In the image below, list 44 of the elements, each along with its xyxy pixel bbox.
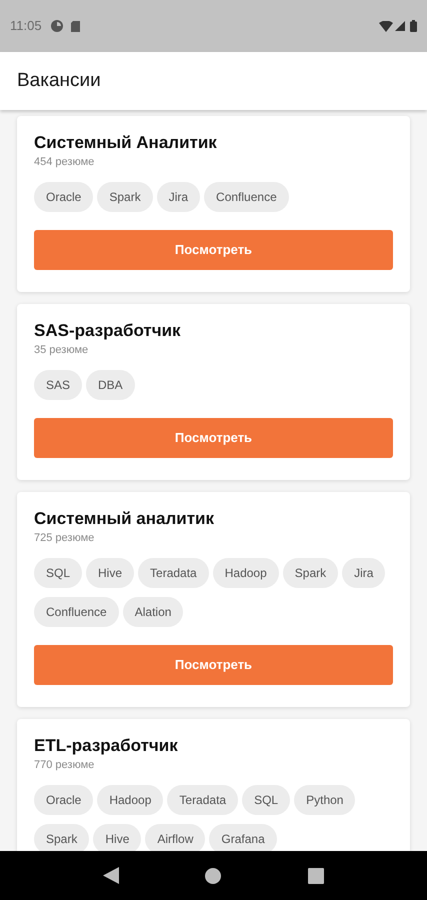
skill-chip: DBA bbox=[86, 370, 135, 400]
view-button[interactable]: Посмотреть bbox=[34, 645, 393, 685]
skill-chip: Hive bbox=[93, 824, 142, 851]
skill-chip: Hadoop bbox=[212, 558, 279, 588]
vacancy-title: Системный аналитик bbox=[34, 508, 215, 530]
resume-count: 725 резюме bbox=[34, 531, 96, 546]
skill-chip: Hadoop bbox=[97, 785, 164, 815]
skill-chip: Alation bbox=[122, 597, 184, 627]
skill-chip: Grafana bbox=[209, 824, 277, 851]
skill-chip: Jira bbox=[156, 182, 200, 212]
skill-chip: Teradata bbox=[138, 558, 209, 588]
recents-icon[interactable] bbox=[308, 868, 324, 884]
skill-chip: Spark bbox=[34, 824, 90, 851]
vacancy-title: SAS-разработчик bbox=[34, 320, 182, 342]
skill-chip: Teradata bbox=[167, 785, 238, 815]
sd-card-icon bbox=[70, 20, 80, 32]
view-button[interactable]: Посмотреть bbox=[34, 418, 393, 458]
home-icon[interactable] bbox=[205, 868, 222, 884]
skill-chip: Hive bbox=[86, 558, 134, 588]
skill-chip: SQL bbox=[242, 785, 290, 815]
battery-icon bbox=[410, 20, 417, 32]
skill-chip: Airflow bbox=[145, 824, 206, 851]
status-circle-icon bbox=[50, 20, 63, 32]
view-button[interactable]: Посмотреть bbox=[34, 230, 393, 270]
skill-chip: Spark bbox=[97, 182, 153, 212]
status-time: 11:05 bbox=[10, 17, 42, 36]
wifi-icon bbox=[379, 20, 393, 32]
vacancy-title: Системный Аналитик bbox=[34, 132, 218, 154]
resume-count: 454 резюме bbox=[34, 155, 96, 170]
skill-chip: Oracle bbox=[34, 785, 94, 815]
skill-chip: SAS bbox=[34, 370, 82, 400]
skill-chip: Jira bbox=[342, 558, 386, 588]
skill-chip: Oracle bbox=[34, 182, 94, 212]
skill-chip: Confluence bbox=[34, 597, 119, 627]
app-bar-title: Вакансии bbox=[17, 68, 101, 93]
skill-chip: Python bbox=[294, 785, 356, 815]
resume-count: 770 резюме bbox=[34, 758, 96, 773]
resume-count: 35 резюме bbox=[34, 343, 90, 358]
skill-chip: Confluence bbox=[204, 182, 289, 212]
skill-chip: Spark bbox=[282, 558, 338, 588]
skill-chip: SQL bbox=[34, 558, 82, 588]
vacancy-title: ETL-разработчик bbox=[34, 735, 179, 757]
signal-icon bbox=[395, 21, 405, 31]
back-icon[interactable] bbox=[103, 867, 120, 884]
